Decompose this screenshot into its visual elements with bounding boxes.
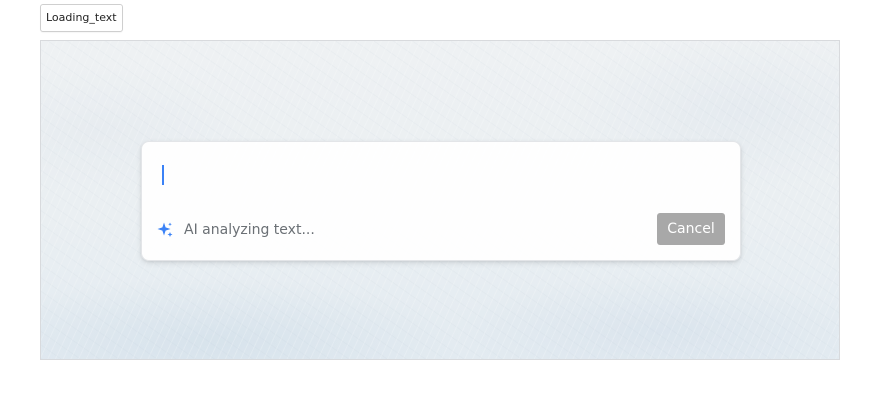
ai-loading-panel: AI analyzing text... Cancel [141,141,741,261]
cancel-button[interactable]: Cancel [657,213,725,245]
text-cursor [162,165,164,185]
story-label: Loading_text [40,4,123,32]
ai-status: AI analyzing text... [156,220,315,240]
sparkle-icon [156,221,174,239]
status-text: AI analyzing text... [184,222,315,238]
text-input[interactable] [154,156,728,194]
background-canvas: AI analyzing text... Cancel [40,40,840,360]
